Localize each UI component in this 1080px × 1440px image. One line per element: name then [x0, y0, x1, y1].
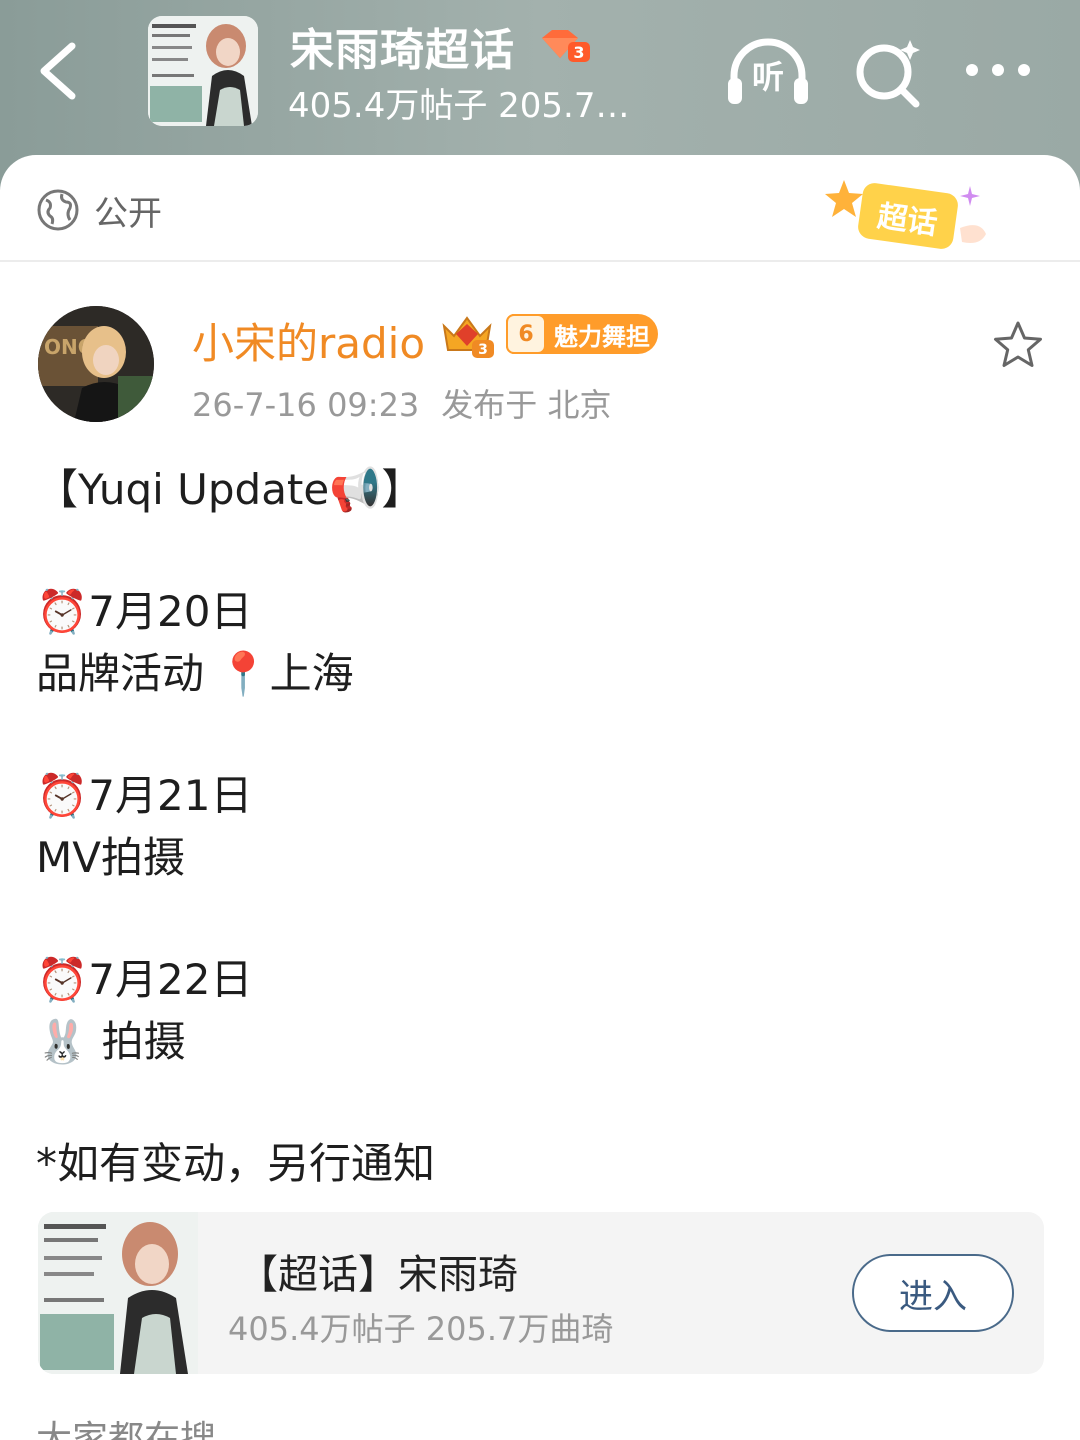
more-dots-icon [966, 64, 1030, 76]
chaohua-badge-icon[interactable]: 超话 [820, 176, 990, 260]
topic-card-image [38, 1212, 198, 1374]
crown-icon: 3 [442, 316, 494, 358]
back-button[interactable] [30, 36, 90, 106]
star-icon [994, 321, 1042, 367]
fan-badge[interactable]: 6 魅力舞担 [506, 314, 658, 354]
topic-card-stats: 405.4万帖子 205.7万曲琦 [228, 1310, 614, 1348]
schedule-date: ⏰7月22日 [36, 955, 253, 1004]
post-footnote: *如有变动，另行通知 [36, 1139, 436, 1188]
enter-topic-button[interactable]: 进入 [852, 1254, 1014, 1332]
schedule-event: MV拍摄 [36, 833, 185, 882]
favorite-button[interactable] [990, 318, 1046, 374]
globe-icon [37, 189, 79, 231]
author-avatar[interactable]: ONG [38, 306, 154, 422]
schedule-date: ⏰7月20日 [36, 587, 253, 636]
diamond-rank-icon: 3 [542, 30, 590, 62]
topic-title: 宋雨琦超话 [290, 25, 515, 76]
topic-stats: 405.4万帖子 205.7万... [288, 86, 658, 126]
listen-label: 听 [751, 58, 784, 96]
author-name[interactable]: 小宋的radio [192, 310, 425, 371]
fan-title: 魅力舞担 [554, 322, 650, 351]
visibility-label: 公开 [94, 193, 162, 234]
listen-button[interactable]: 听 [726, 38, 810, 106]
search-button[interactable] [852, 36, 924, 108]
svg-text:3: 3 [573, 43, 584, 62]
schedule-event: 品牌活动 📍上海 [36, 649, 354, 698]
post-meta: 26-7-16 09:23 发布于 北京 [192, 380, 611, 426]
svg-text:3: 3 [478, 342, 488, 358]
fan-level: 6 [506, 314, 546, 354]
trending-search-heading: 大家都在搜 [36, 1419, 217, 1440]
section-divider [0, 260, 1080, 262]
chevron-left-icon [40, 42, 76, 100]
search-icon [856, 40, 920, 108]
topic-card[interactable]: 【超话】宋雨琦 405.4万帖子 205.7万曲琦 进入 [38, 1212, 1044, 1374]
more-options-button[interactable] [962, 52, 1034, 88]
post-time: 26-7-16 09:23 [192, 386, 420, 424]
schedule-event: 🐰 拍摄 [36, 1017, 186, 1066]
topic-card-title: 【超话】宋雨琦 [238, 1252, 518, 1298]
topic-cover-image[interactable] [148, 16, 258, 126]
visibility-indicator: 公开 [36, 186, 162, 234]
post-location: 发布于 北京 [441, 386, 612, 424]
schedule-date: ⏰7月21日 [36, 771, 253, 820]
post-headline: 【Yuqi Update📢】 [36, 465, 424, 514]
